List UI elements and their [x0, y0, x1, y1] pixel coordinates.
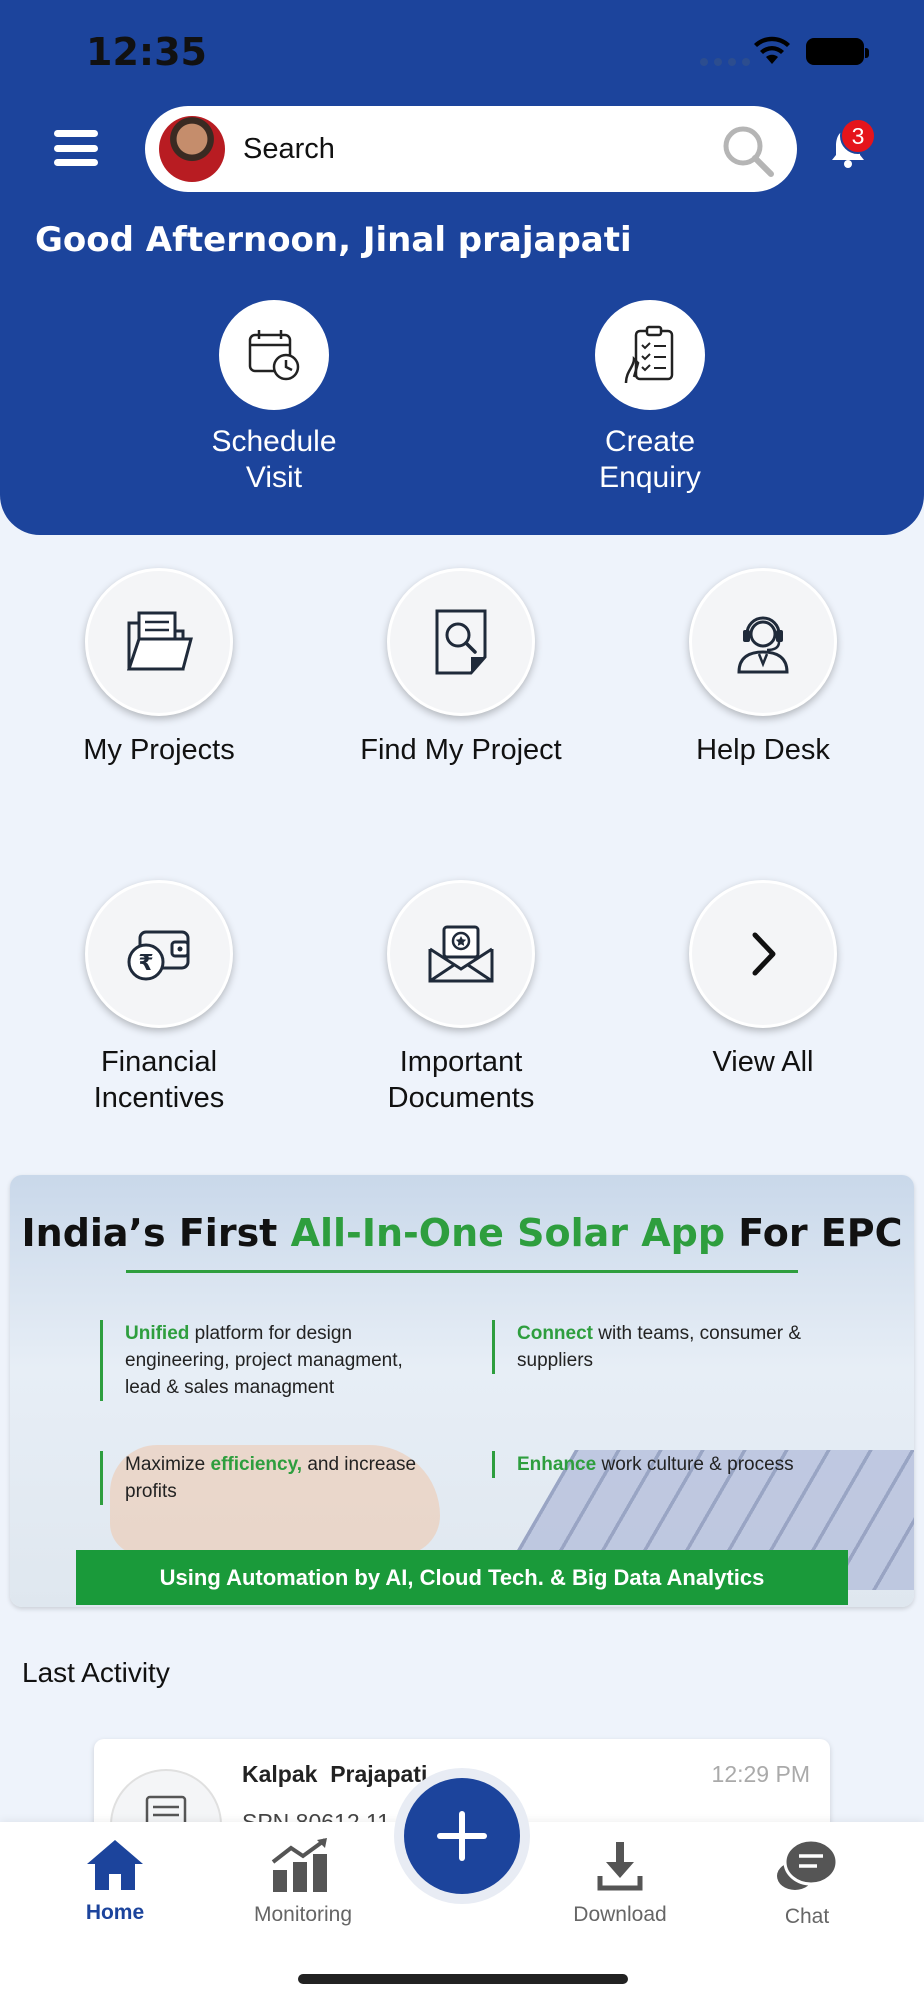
certificate-envelope-icon: [387, 880, 535, 1028]
folder-documents-icon: [85, 568, 233, 716]
find-my-project-label: Find My Project: [360, 734, 562, 766]
schedule-visit-button[interactable]: Schedule Visit: [144, 300, 404, 496]
help-desk-tile[interactable]: Help Desk: [613, 568, 913, 768]
rupee-wallet-icon: ₹: [85, 880, 233, 1028]
last-activity-heading: Last Activity: [22, 1657, 170, 1688]
view-all-tile[interactable]: View All: [613, 880, 913, 1080]
view-all-label: View All: [712, 1046, 814, 1078]
download-icon: [597, 1842, 643, 1891]
my-projects-tile[interactable]: My Projects: [9, 568, 309, 768]
banner-point-efficiency: Maximize efficiency, and increase profit…: [100, 1451, 440, 1505]
promo-banner[interactable]: India’s First All-In-One Solar App For E…: [10, 1175, 914, 1607]
header-panel: [0, 0, 924, 535]
avatar[interactable]: [159, 116, 225, 182]
financial-incentives-tile[interactable]: ₹ Financial Incentives: [9, 880, 309, 1116]
search-bar[interactable]: Search: [145, 106, 797, 192]
activity-time: 12:29 PM: [711, 1761, 810, 1787]
help-desk-label: Help Desk: [696, 734, 830, 766]
wifi-icon: [754, 36, 790, 64]
find-my-project-tile[interactable]: Find My Project: [311, 568, 611, 768]
tab-home-label: Home: [85, 1901, 145, 1924]
tab-download-label: Download: [573, 1903, 667, 1926]
chevron-right-icon: [689, 880, 837, 1028]
tab-home[interactable]: Home: [40, 1836, 190, 1925]
home-icon: [87, 1840, 143, 1890]
activity-name: Kalpak Prajapati: [242, 1761, 428, 1787]
tab-monitoring-label: Monitoring: [253, 1903, 353, 1926]
my-projects-label: My Projects: [83, 734, 235, 766]
signal-icon: [700, 58, 750, 66]
support-agent-icon: [689, 568, 837, 716]
svg-text:₹: ₹: [138, 951, 153, 976]
tab-chat[interactable]: Chat: [732, 1836, 882, 1929]
document-search-icon: [387, 568, 535, 716]
tab-chat-label: Chat: [784, 1905, 830, 1928]
financial-incentives-label: Financial Incentives: [93, 1046, 225, 1114]
search-icon[interactable]: [719, 122, 775, 178]
tab-download[interactable]: Download: [545, 1836, 695, 1927]
status-time: 12:35: [86, 30, 207, 74]
plus-icon: [437, 1811, 487, 1861]
banner-divider: [126, 1270, 798, 1273]
banner-point-connect: Connect with teams, consumer & suppliers: [492, 1320, 832, 1374]
greeting-text: Good Afternoon, Jinal prajapati: [35, 220, 632, 260]
create-enquiry-button[interactable]: Create Enquiry: [520, 300, 780, 496]
bar-chart-trend-icon: [271, 1838, 327, 1892]
create-enquiry-label: Create Enquiry: [599, 425, 701, 494]
battery-icon: [806, 38, 869, 65]
calendar-clock-icon: [219, 300, 329, 410]
banner-point-enhance: Enhance work culture & process: [492, 1451, 832, 1478]
important-documents-tile[interactable]: Important Documents: [311, 880, 611, 1116]
clipboard-checklist-icon: [595, 300, 705, 410]
notification-badge: 3: [840, 118, 876, 154]
search-input[interactable]: Search: [243, 133, 335, 166]
chat-bubbles-icon: [777, 1838, 839, 1890]
add-button[interactable]: [404, 1778, 520, 1894]
home-indicator[interactable]: [298, 1974, 628, 1984]
banner-title: India’s First All-In-One Solar App For E…: [21, 1211, 903, 1255]
hamburger-menu-icon[interactable]: [54, 130, 98, 166]
banner-point-unified: Unified platform for design engineering,…: [100, 1320, 440, 1401]
important-documents-label: Important Documents: [387, 1046, 535, 1114]
tab-monitoring[interactable]: Monitoring: [228, 1836, 378, 1927]
schedule-visit-label: Schedule Visit: [211, 425, 337, 494]
banner-footer: Using Automation by AI, Cloud Tech. & Bi…: [76, 1550, 848, 1605]
